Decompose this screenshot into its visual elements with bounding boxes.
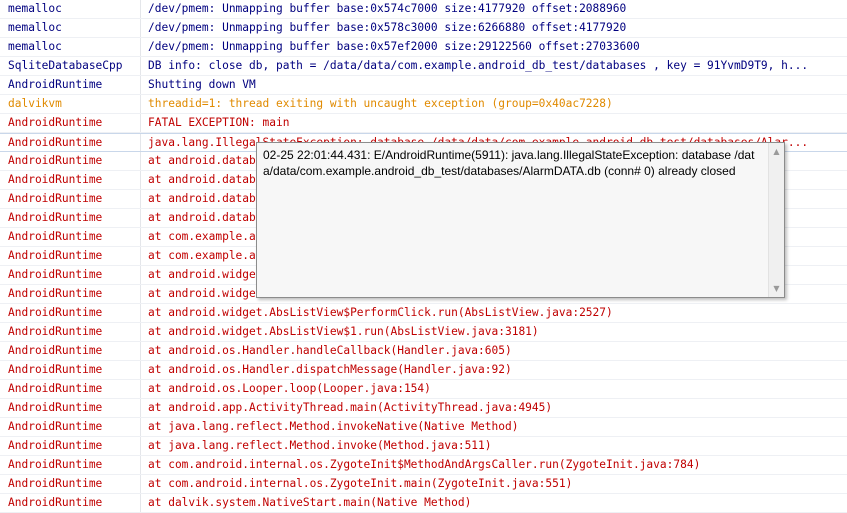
log-tag: AndroidRuntime	[0, 190, 141, 208]
log-message: FATAL EXCEPTION: main	[148, 116, 290, 129]
log-tag: AndroidRuntime	[0, 304, 141, 322]
log-row[interactable]: memalloc/dev/pmem: Unmapping buffer base…	[0, 19, 847, 38]
tooltip-scrollbar[interactable]: ▲ ▼	[768, 143, 784, 297]
tooltip-text: 02-25 22:01:44.431: E/AndroidRuntime(591…	[263, 148, 755, 178]
log-row[interactable]: AndroidRuntime at java.lang.reflect.Metho…	[0, 437, 847, 456]
log-tag: memalloc	[0, 38, 141, 56]
log-tag: AndroidRuntime	[0, 152, 141, 170]
log-tag: AndroidRuntime	[0, 323, 141, 341]
log-tag: AndroidRuntime	[0, 342, 141, 360]
log-row[interactable]: AndroidRuntime at android.os.Handler.hand…	[0, 342, 847, 361]
log-message: at android.widget.AbsListView$PerformCli…	[148, 306, 613, 319]
log-message: Shutting down VM	[148, 78, 256, 91]
log-tag: memalloc	[0, 0, 141, 18]
log-tag: AndroidRuntime	[0, 114, 141, 132]
log-tag: dalvikvm	[0, 95, 141, 113]
log-tag: AndroidRuntime	[0, 399, 141, 417]
log-tag: memalloc	[0, 19, 141, 37]
log-message: at java.lang.reflect.Method.invokeNative…	[148, 420, 519, 433]
log-row[interactable]: AndroidRuntime Shutting down VM	[0, 76, 847, 95]
log-tag: AndroidRuntime	[0, 76, 141, 94]
log-message: at dalvik.system.NativeStart.main(Native…	[148, 496, 472, 509]
log-tag: AndroidRuntime	[0, 437, 141, 455]
log-tag: AndroidRuntime	[0, 209, 141, 227]
scroll-up-icon[interactable]: ▲	[769, 144, 784, 159]
log-message: at android.os.Looper.loop(Looper.java:15…	[148, 382, 431, 395]
log-row[interactable]: AndroidRuntime at com.android.internal.os…	[0, 475, 847, 494]
log-row[interactable]: memalloc/dev/pmem: Unmapping buffer base…	[0, 0, 847, 19]
log-message: at android.app.ActivityThread.main(Activ…	[148, 401, 553, 414]
log-tag: AndroidRuntime	[0, 475, 141, 493]
log-message: at android.os.Handler.dispatchMessage(Ha…	[148, 363, 512, 376]
log-tag: AndroidRuntime	[0, 134, 141, 151]
log-message: at android.os.Handler.handleCallback(Han…	[148, 344, 512, 357]
log-row[interactable]: memalloc/dev/pmem: Unmapping buffer base…	[0, 38, 847, 57]
log-row[interactable]: AndroidRuntime at java.lang.reflect.Metho…	[0, 418, 847, 437]
log-tag: AndroidRuntime	[0, 361, 141, 379]
log-row[interactable]: SqliteDatabaseCpp DB info: close db, path…	[0, 57, 847, 76]
log-row[interactable]: AndroidRuntime at dalvik.system.NativeSta…	[0, 494, 847, 513]
log-row[interactable]: AndroidRuntime at com.android.internal.os…	[0, 456, 847, 475]
log-tag: AndroidRuntime	[0, 266, 141, 284]
log-tag: AndroidRuntime	[0, 285, 141, 303]
log-tag: AndroidRuntime	[0, 380, 141, 398]
log-tag: AndroidRuntime	[0, 418, 141, 436]
log-message: /dev/pmem: Unmapping buffer base:0x57ef2…	[148, 40, 640, 53]
log-tag: AndroidRuntime	[0, 247, 141, 265]
log-row[interactable]: AndroidRuntime at android.os.Handler.disp…	[0, 361, 847, 380]
log-tag: AndroidRuntime	[0, 456, 141, 474]
log-message: at android.widget.AbsListView$1.run(AbsL…	[148, 325, 539, 338]
scroll-down-icon[interactable]: ▼	[769, 281, 784, 296]
log-message: /dev/pmem: Unmapping buffer base:0x578c3…	[148, 21, 627, 34]
log-row[interactable]: AndroidRuntime at android.os.Looper.loop(…	[0, 380, 847, 399]
log-tag: AndroidRuntime	[0, 494, 141, 512]
log-message: at com.android.internal.os.ZygoteInit$Me…	[148, 458, 701, 471]
log-row[interactable]: AndroidRuntime at android.app.ActivityThr…	[0, 399, 847, 418]
log-row[interactable]: AndroidRuntime at android.widget.AbsListV…	[0, 323, 847, 342]
log-row[interactable]: dalvikvm threadid=1: thread exiting with …	[0, 95, 847, 114]
log-message: at java.lang.reflect.Method.invoke(Metho…	[148, 439, 492, 452]
log-message: /dev/pmem: Unmapping buffer base:0x574c7…	[148, 2, 627, 15]
log-tag: SqliteDatabaseCpp	[0, 57, 141, 75]
log-message: threadid=1: thread exiting with uncaught…	[148, 97, 613, 110]
log-tag: AndroidRuntime	[0, 228, 141, 246]
log-row[interactable]: AndroidRuntime at android.widget.AbsListV…	[0, 304, 847, 323]
message-tooltip: 02-25 22:01:44.431: E/AndroidRuntime(591…	[256, 142, 785, 298]
log-row[interactable]: AndroidRuntime FATAL EXCEPTION: main	[0, 114, 847, 133]
log-message: at com.android.internal.os.ZygoteInit.ma…	[148, 477, 573, 490]
log-tag: AndroidRuntime	[0, 171, 141, 189]
log-message: DB info: close db, path = /data/data/com…	[148, 59, 809, 72]
